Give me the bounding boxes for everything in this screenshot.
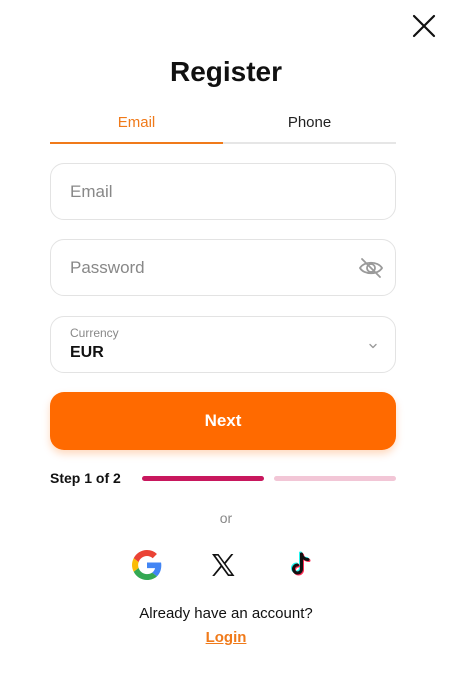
tab-phone[interactable]: Phone xyxy=(223,112,396,142)
or-separator: or xyxy=(219,510,233,526)
currency-select[interactable]: Currency EUR xyxy=(50,316,396,373)
password-field-container xyxy=(50,239,396,296)
close-icon[interactable] xyxy=(410,12,438,40)
next-button[interactable]: Next xyxy=(50,392,396,450)
password-field[interactable] xyxy=(70,240,360,295)
email-field-container xyxy=(50,163,396,220)
auth-method-tabs: Email Phone xyxy=(50,112,396,144)
tiktok-icon[interactable] xyxy=(286,550,316,580)
google-icon[interactable] xyxy=(132,550,162,580)
dialog-title: Register xyxy=(169,56,283,87)
progress-step-1 xyxy=(142,476,264,481)
x-icon[interactable] xyxy=(208,550,238,580)
progress-step-2 xyxy=(274,476,396,481)
step-indicator: Step 1 of 2 xyxy=(50,470,121,486)
login-link[interactable]: Login xyxy=(0,629,452,646)
currency-value: EUR xyxy=(70,344,104,361)
chevron-down-icon xyxy=(367,339,379,351)
tab-email[interactable]: Email xyxy=(50,112,223,144)
eye-slash-icon[interactable] xyxy=(357,254,385,282)
email-field[interactable] xyxy=(70,164,360,219)
currency-label: Currency xyxy=(70,326,119,340)
register-dialog: Register Email Phone Currency EUR Next S… xyxy=(0,0,452,676)
account-prompt: Already have an account? xyxy=(139,605,313,622)
